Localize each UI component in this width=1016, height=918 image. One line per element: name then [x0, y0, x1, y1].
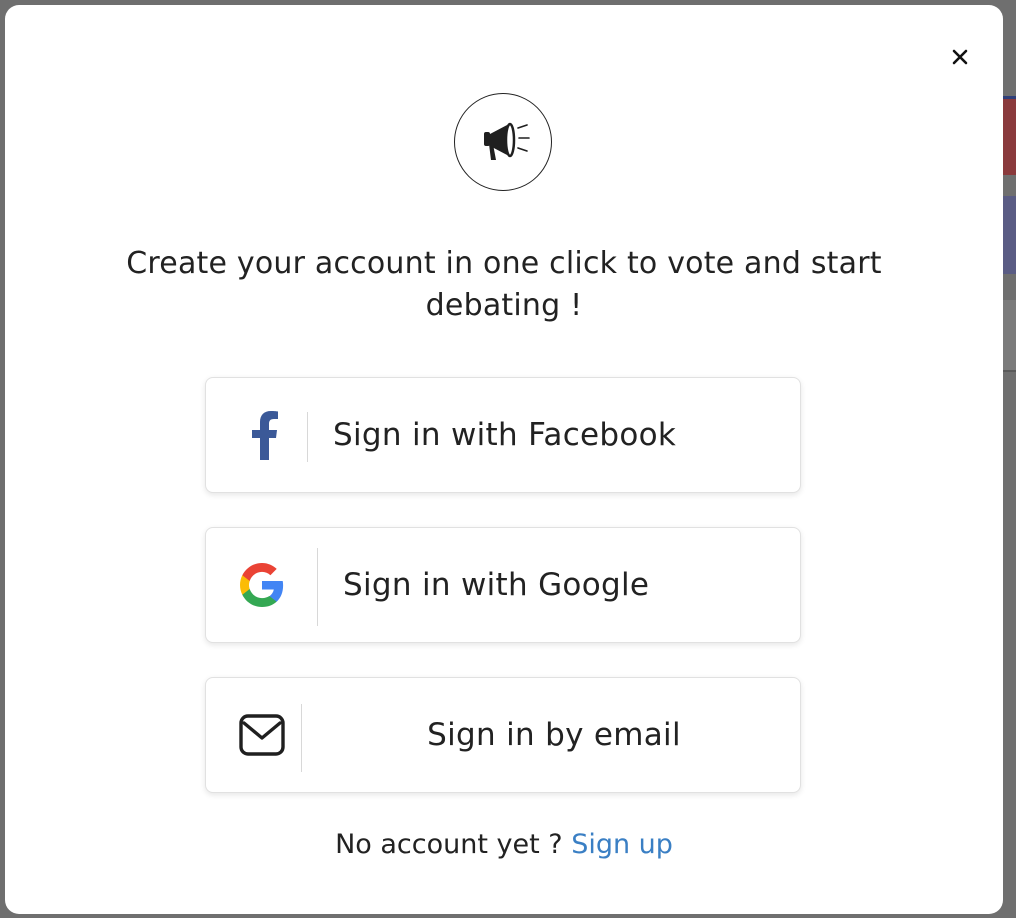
sign-in-modal: Create your account in one click to vote…	[5, 5, 1003, 914]
button-divider	[307, 412, 308, 462]
close-button[interactable]	[948, 45, 972, 69]
button-divider	[317, 548, 318, 626]
email-sign-in-button[interactable]: Sign in by email	[205, 677, 801, 793]
close-icon	[952, 49, 968, 65]
facebook-icon-wrap	[234, 378, 294, 492]
facebook-sign-in-button[interactable]: Sign in with Facebook	[205, 377, 801, 493]
email-button-label: Sign in by email	[427, 717, 681, 753]
google-button-label: Sign in with Google	[343, 567, 650, 603]
signup-prompt: No account yet ?	[335, 829, 572, 860]
envelope-icon-wrap	[234, 678, 290, 792]
signup-footer: No account yet ? Sign up	[5, 827, 1003, 863]
megaphone-logo	[454, 93, 552, 191]
envelope-icon	[239, 714, 285, 756]
megaphone-icon	[484, 122, 530, 160]
button-divider	[301, 704, 302, 772]
google-sign-in-button[interactable]: Sign in with Google	[205, 527, 801, 643]
google-icon-wrap	[234, 528, 290, 642]
headline: Create your account in one click to vote…	[126, 246, 882, 323]
signup-link[interactable]: Sign up	[571, 829, 673, 860]
google-icon	[240, 563, 284, 607]
facebook-button-label: Sign in with Facebook	[333, 417, 677, 453]
facebook-icon	[252, 411, 278, 460]
